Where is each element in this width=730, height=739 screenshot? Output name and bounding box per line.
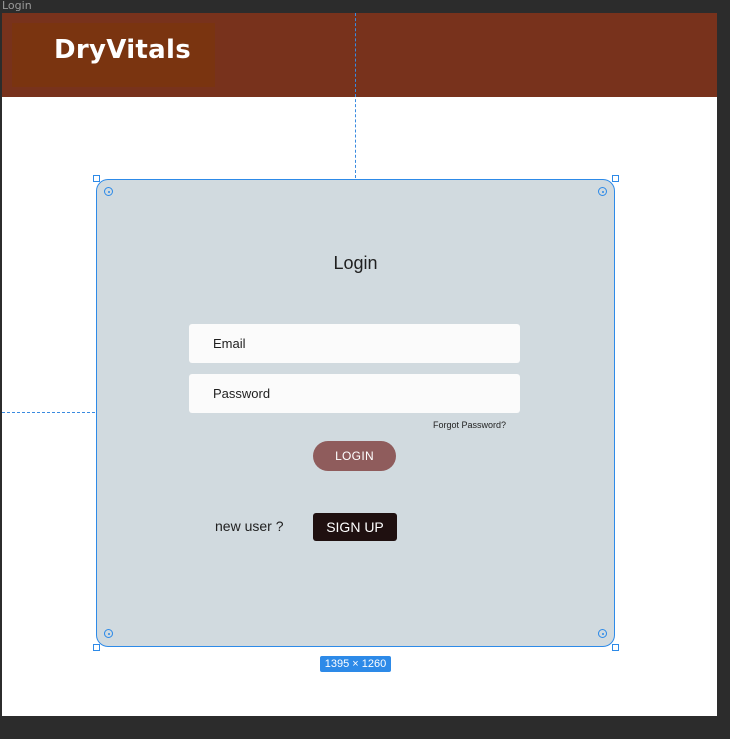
resize-handle-bottom-left[interactable] (93, 644, 100, 651)
new-user-label: new user ? (215, 518, 284, 534)
logo-container[interactable]: DryVitals (12, 23, 215, 87)
corner-radius-handle-top-right[interactable] (598, 187, 607, 196)
selection-size-badge: 1395 × 1260 (320, 656, 391, 672)
signup-button[interactable]: SIGN UP (313, 513, 397, 541)
vertical-measure-guide (355, 13, 356, 178)
logo-text: DryVitals (54, 35, 191, 65)
login-title: Login (333, 253, 378, 273)
forgot-password-link[interactable]: Forgot Password? (433, 420, 506, 430)
frame-label[interactable]: Login (2, 0, 32, 12)
login-button[interactable]: LOGIN (313, 441, 396, 471)
email-field[interactable]: Email (189, 324, 520, 363)
resize-handle-top-left[interactable] (93, 175, 100, 182)
resize-handle-bottom-right[interactable] (612, 644, 619, 651)
corner-radius-handle-bottom-right[interactable] (598, 629, 607, 638)
corner-radius-handle-top-left[interactable] (104, 187, 113, 196)
password-field[interactable]: Password (189, 374, 520, 413)
resize-handle-top-right[interactable] (612, 175, 619, 182)
header-bar: DryVitals (2, 13, 717, 97)
login-card[interactable]: Login Email Password Forgot Password? LO… (96, 179, 615, 647)
horizontal-measure-guide (2, 412, 95, 413)
corner-radius-handle-bottom-left[interactable] (104, 629, 113, 638)
